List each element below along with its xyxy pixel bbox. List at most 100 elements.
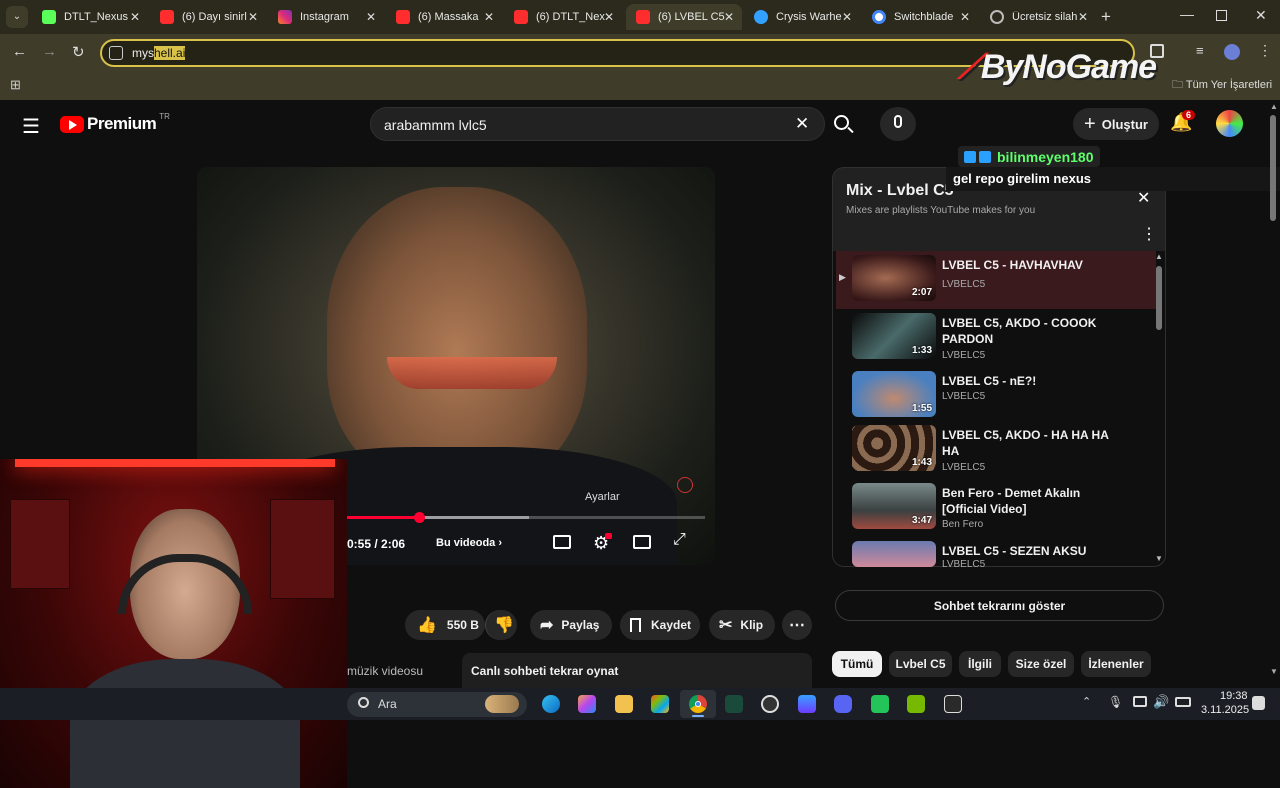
close-icon[interactable]: ✕: [724, 10, 734, 24]
playlist-item-2[interactable]: 1:33 LVBEL C5, AKDO - COOOK PARDON LVBEL…: [836, 309, 1156, 367]
replay-chat-panel[interactable]: Canlı sohbeti tekrar oynat: [462, 653, 812, 688]
search-button[interactable]: [825, 107, 861, 141]
vpn-icon[interactable]: [798, 695, 816, 713]
playlist-item-channel: LVBELC5: [942, 279, 986, 290]
browser-menu-icon[interactable]: ⋮: [1258, 42, 1272, 59]
terminal-icon[interactable]: [725, 695, 743, 713]
progress-bar[interactable]: [347, 512, 705, 523]
playlist-item-1-current[interactable]: ▶ 2:07 LVBEL C5 - HAVHAVHAV LVBELC5: [836, 251, 1156, 309]
tab-5[interactable]: (6) DTLT_Nex ✕: [504, 4, 622, 30]
miniplayer-icon[interactable]: [633, 535, 651, 549]
site-info-icon[interactable]: [109, 46, 123, 60]
like-button[interactable]: 👍 550 B: [405, 610, 485, 640]
tab-list-dropdown[interactable]: ⌄: [6, 6, 28, 28]
close-icon[interactable]: ✕: [130, 10, 140, 24]
dislike-button[interactable]: 👎: [485, 610, 517, 640]
url-text: myshell.ai: [132, 46, 186, 60]
scroll-up-icon[interactable]: ▲: [1155, 252, 1163, 261]
chip-all[interactable]: Tümü: [832, 651, 882, 677]
playlist-scrollbar[interactable]: [1156, 266, 1162, 330]
notifications-button[interactable]: 🔔 6: [1170, 110, 1196, 134]
tab-3[interactable]: Instagram ✕: [268, 4, 384, 30]
page-scrollbar[interactable]: [1270, 115, 1276, 221]
tab-7[interactable]: Crysis Warhe ✕: [744, 4, 860, 30]
tab-6-active[interactable]: (6) LVBEL C5 ✕: [626, 4, 742, 30]
create-button[interactable]: + Oluştur: [1073, 108, 1159, 140]
game-launcher-icon[interactable]: [871, 695, 889, 713]
taskbar-search[interactable]: Ara: [347, 692, 527, 717]
clip-button[interactable]: ✂ Klip: [709, 610, 775, 640]
minimize-button[interactable]: —: [1180, 6, 1194, 22]
close-icon[interactable]: ✕: [248, 10, 258, 24]
search-input[interactable]: arabammm lvlc5 ✕: [370, 107, 825, 141]
youtube-logo[interactable]: Premium TR: [60, 112, 170, 134]
file-explorer-icon[interactable]: [615, 695, 633, 713]
volume-icon[interactable]: 🔊: [1153, 694, 1169, 710]
microphone-tray-icon[interactable]: 🎙: [1108, 695, 1123, 709]
playlist-item-channel: Ben Fero: [942, 519, 984, 530]
settings-gear-icon[interactable]: ⚙: [593, 533, 612, 554]
page-scroll-up-icon[interactable]: ▲: [1270, 102, 1278, 111]
share-button[interactable]: ➦ Paylaş: [530, 610, 612, 640]
show-chat-replay-button[interactable]: Sohbet tekrarını göster: [835, 590, 1164, 621]
copilot-icon[interactable]: [578, 695, 596, 713]
close-window-button[interactable]: ✕: [1255, 7, 1267, 24]
playlist-item-3[interactable]: 1:55 LVBEL C5 - nE?! LVBELC5: [836, 367, 1156, 425]
close-icon[interactable]: ✕: [484, 10, 494, 24]
close-icon[interactable]: ✕: [1078, 10, 1088, 24]
close-icon[interactable]: ✕: [960, 10, 970, 24]
apps-grid-icon[interactable]: ⊞: [10, 77, 21, 93]
clock-date[interactable]: 3.11.2025: [1201, 704, 1249, 716]
network-icon[interactable]: [1133, 696, 1147, 707]
subtitles-icon[interactable]: [553, 535, 571, 549]
clear-search-icon[interactable]: ✕: [795, 114, 809, 134]
in-video-chapters-button[interactable]: Bu videoda ›: [436, 537, 502, 549]
close-icon[interactable]: ✕: [604, 10, 614, 24]
hamburger-menu-icon[interactable]: ☰: [22, 114, 40, 139]
chip-for-you[interactable]: Size özel: [1008, 651, 1074, 677]
forward-icon[interactable]: →: [42, 43, 57, 60]
nvidia-icon[interactable]: [907, 695, 925, 713]
playlist-item-channel: LVBELC5: [942, 391, 986, 402]
playlist-more-icon[interactable]: ⋮: [1141, 224, 1157, 244]
more-actions-button[interactable]: ⋯: [782, 610, 812, 640]
chrome-app-active[interactable]: [680, 690, 716, 718]
progress-scrubber[interactable]: [414, 512, 425, 523]
close-playlist-icon[interactable]: ✕: [1137, 188, 1150, 208]
notification-center-icon[interactable]: [1252, 696, 1265, 710]
reload-icon[interactable]: ↻: [72, 43, 85, 61]
tab-4[interactable]: (6) Massaka ✕: [386, 4, 502, 30]
close-icon[interactable]: ✕: [366, 10, 376, 24]
maximize-button[interactable]: [1216, 10, 1227, 21]
epic-games-icon[interactable]: [944, 695, 962, 713]
fullscreen-icon[interactable]: ⤢: [673, 531, 686, 549]
battery-icon[interactable]: [1175, 697, 1191, 707]
system-tray-chevron-icon[interactable]: ⌃: [1082, 695, 1091, 708]
obs-icon[interactable]: [761, 695, 779, 713]
tab-8[interactable]: Switchblade ✕: [862, 4, 978, 30]
close-icon[interactable]: ✕: [842, 10, 852, 24]
page-scroll-down-icon[interactable]: ▼: [1270, 667, 1278, 676]
store-icon[interactable]: [651, 695, 669, 713]
media-control-icon[interactable]: ≡: [1196, 43, 1204, 58]
edge-icon[interactable]: [542, 695, 560, 713]
tab-1[interactable]: DTLT_Nexus ✕: [32, 4, 148, 30]
account-avatar[interactable]: [1216, 110, 1243, 137]
playlist-item-5[interactable]: 3:47 Ben Fero - Demet Akalın [Official V…: [836, 479, 1156, 537]
voice-search-button[interactable]: [880, 107, 916, 141]
scroll-down-icon[interactable]: ▼: [1155, 554, 1163, 563]
playlist-item-6[interactable]: LVBEL C5 - SEZEN AKSU LVBELC5: [836, 537, 1156, 567]
bookmarks-folder[interactable]: 🗀 Tüm Yer İşaretleri: [1172, 76, 1272, 95]
discord-icon[interactable]: [834, 695, 852, 713]
new-tab-button[interactable]: +: [1101, 7, 1111, 27]
tab-9[interactable]: Ücretsiz silah ✕: [980, 4, 1096, 30]
profile-avatar[interactable]: [1224, 44, 1240, 60]
clock-time[interactable]: 19:38: [1220, 690, 1248, 702]
save-button[interactable]: Kaydet: [620, 610, 700, 640]
tab-2[interactable]: (6) Dayı sinirl ✕: [150, 4, 266, 30]
chip-related[interactable]: İlgili: [959, 651, 1001, 677]
chip-lvbel-c5[interactable]: Lvbel C5: [889, 651, 952, 677]
playlist-item-4[interactable]: 1:43 LVBEL C5, AKDO - HA HA HA HA LVBELC…: [836, 421, 1156, 479]
back-icon[interactable]: ←: [12, 43, 27, 60]
chip-watched[interactable]: İzlenenler: [1081, 651, 1151, 677]
